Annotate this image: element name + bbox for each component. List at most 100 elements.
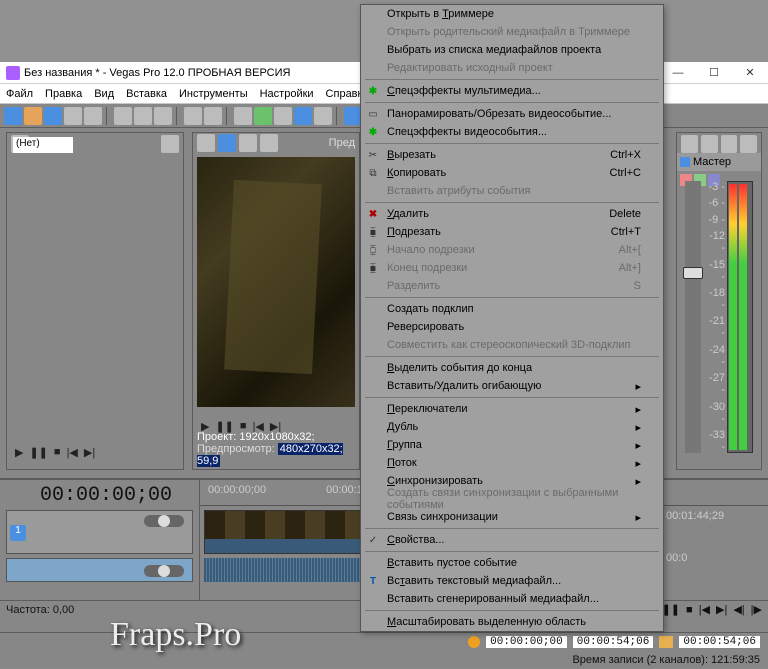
play-icon[interactable]: ▶: [15, 446, 23, 459]
new-icon[interactable]: [4, 107, 22, 125]
menu-item[interactable]: Вставить/Удалить огибающую▸: [361, 377, 663, 395]
maximize-button[interactable]: ☐: [696, 62, 732, 84]
app-icon: [6, 66, 20, 80]
next-frame-icon[interactable]: |▶: [751, 603, 762, 616]
menu-item[interactable]: ✓Свойства...: [361, 531, 663, 549]
menu-item[interactable]: TВставить текстовый медиафайл...: [361, 572, 663, 590]
menu-item-label: Связь синхронизации: [387, 511, 498, 523]
snap-icon[interactable]: [234, 107, 252, 125]
paste-icon[interactable]: [154, 107, 172, 125]
preview-window-icon[interactable]: [218, 134, 236, 152]
menu-item[interactable]: Вставить сгенерированный медиафайл...: [361, 590, 663, 608]
menu-view[interactable]: Вид: [94, 88, 114, 100]
menu-item[interactable]: ✂ВырезатьCtrl+X: [361, 146, 663, 164]
lock-icon[interactable]: [274, 107, 292, 125]
mixer-insert-bus-icon[interactable]: [681, 135, 698, 153]
props-icon[interactable]: [84, 107, 102, 125]
render-icon[interactable]: [64, 107, 82, 125]
menu-item[interactable]: ✱Спецэффекты мультимедиа...: [361, 82, 663, 100]
next-icon[interactable]: ▶|: [84, 446, 95, 459]
prev-icon[interactable]: |◀: [67, 446, 78, 459]
cut-icon: ✂: [366, 148, 380, 162]
track-pan-slider[interactable]: [144, 565, 184, 577]
menu-item[interactable]: ✱Спецэффекты видеособытия...: [361, 123, 663, 141]
preview-video: [197, 157, 355, 407]
cut-icon[interactable]: [114, 107, 132, 125]
menu-item[interactable]: Реверсировать: [361, 318, 663, 336]
slider-thumb[interactable]: [683, 267, 703, 279]
go-start-icon[interactable]: |◀: [699, 603, 710, 616]
left-select[interactable]: (Нет): [13, 137, 73, 153]
menu-item[interactable]: Поток▸: [361, 454, 663, 472]
save-icon[interactable]: [44, 107, 62, 125]
submenu-arrow-icon: ▸: [635, 511, 641, 524]
undo-icon[interactable]: [184, 107, 202, 125]
menu-item[interactable]: ⧯ПодрезатьCtrl+T: [361, 223, 663, 241]
mixer-dim-icon[interactable]: [740, 135, 757, 153]
menu-item-label: Создать подклип: [387, 303, 474, 315]
menu-item[interactable]: ⧉КопироватьCtrl+C: [361, 164, 663, 182]
preview-settings-icon[interactable]: [260, 134, 278, 152]
autosave-icon[interactable]: [314, 107, 332, 125]
minimize-button[interactable]: —: [660, 62, 696, 84]
pause-icon[interactable]: ❚❚: [29, 446, 47, 459]
menu-options[interactable]: Настройки: [260, 88, 314, 100]
menu-item: РазделитьS: [361, 277, 663, 295]
redo-icon[interactable]: [204, 107, 222, 125]
menu-item-label: Вставить сгенерированный медиафайл...: [387, 593, 599, 605]
menu-item-label: Выбрать из списка медиафайлов проекта: [387, 44, 601, 56]
mixer-insert-fx-icon[interactable]: [701, 135, 718, 153]
menu-item[interactable]: Открыть в Триммере: [361, 5, 663, 23]
stop-icon[interactable]: ■: [686, 604, 693, 616]
volume-slider[interactable]: [685, 181, 701, 453]
menu-tools[interactable]: Инструменты: [179, 88, 248, 100]
menu-item[interactable]: Выбрать из списка медиафайлов проекта: [361, 41, 663, 59]
menu-item-label: Синхронизировать: [387, 475, 483, 487]
audio-clip[interactable]: [204, 558, 374, 582]
menu-item[interactable]: Переключатели▸: [361, 400, 663, 418]
stop-icon[interactable]: ■: [54, 446, 61, 459]
context-menu: Открыть в ТриммереОткрыть родительский м…: [360, 4, 664, 632]
menu-item[interactable]: ✖УдалитьDelete: [361, 205, 663, 223]
menu-item[interactable]: Масштабировать выделенную область: [361, 613, 663, 631]
left-tool-2-icon[interactable]: [161, 135, 179, 153]
close-button[interactable]: ✕: [732, 62, 768, 84]
preview-split-icon[interactable]: [239, 134, 257, 152]
menu-item-label: Вставить пустое событие: [387, 557, 517, 569]
left-panel: (Нет) ▶ ❚❚ ■ |◀ ▶|: [6, 132, 184, 470]
track-video-header[interactable]: 1: [6, 510, 193, 554]
prev-frame-icon[interactable]: ◀|: [733, 603, 744, 616]
menu-item: ⧮Начало подрезкиAlt+[: [361, 241, 663, 259]
video-clip[interactable]: [204, 510, 374, 554]
mixer-prop-icon[interactable]: [721, 135, 738, 153]
menu-file[interactable]: Файл: [6, 88, 33, 100]
menu-item[interactable]: Вставить пустое событие: [361, 554, 663, 572]
copy-icon[interactable]: [134, 107, 152, 125]
menu-item[interactable]: Создать подклип: [361, 300, 663, 318]
track-audio-header[interactable]: [6, 558, 193, 582]
autoripple-icon[interactable]: [254, 107, 272, 125]
status-tc1[interactable]: 00:00:00;00: [486, 636, 567, 648]
track-level-slider[interactable]: [144, 515, 184, 527]
status-tc3[interactable]: 00:00:54;06: [679, 636, 760, 648]
menu-item[interactable]: Выделить события до конца: [361, 359, 663, 377]
crossfade-icon[interactable]: [294, 107, 312, 125]
menu-edit[interactable]: Правка: [45, 88, 82, 100]
preview-quality-icon[interactable]: [197, 134, 215, 152]
menu-item[interactable]: ▭Панорамировать/Обрезать видеособытие...: [361, 105, 663, 123]
status-folder-icon[interactable]: [659, 636, 673, 648]
status-tc2[interactable]: 00:00:54;06: [573, 636, 654, 648]
mixer-header: Мастер: [677, 153, 761, 171]
open-icon[interactable]: [24, 107, 42, 125]
menu-item-label: Свойства...: [387, 534, 444, 546]
pause-icon[interactable]: ❚❚: [662, 603, 680, 616]
menu-item[interactable]: Группа▸: [361, 436, 663, 454]
menu-item[interactable]: Связь синхронизации ▸: [361, 508, 663, 526]
menu-item-shortcut: Ctrl+X: [610, 149, 641, 161]
menu-insert[interactable]: Вставка: [126, 88, 167, 100]
text-blue-icon: T: [366, 574, 380, 588]
menu-item[interactable]: Дубль▸: [361, 418, 663, 436]
main-timecode: 00:00:00;00: [40, 484, 172, 507]
menu-item-shortcut: S: [634, 280, 641, 292]
go-end-icon[interactable]: ▶|: [716, 603, 727, 616]
